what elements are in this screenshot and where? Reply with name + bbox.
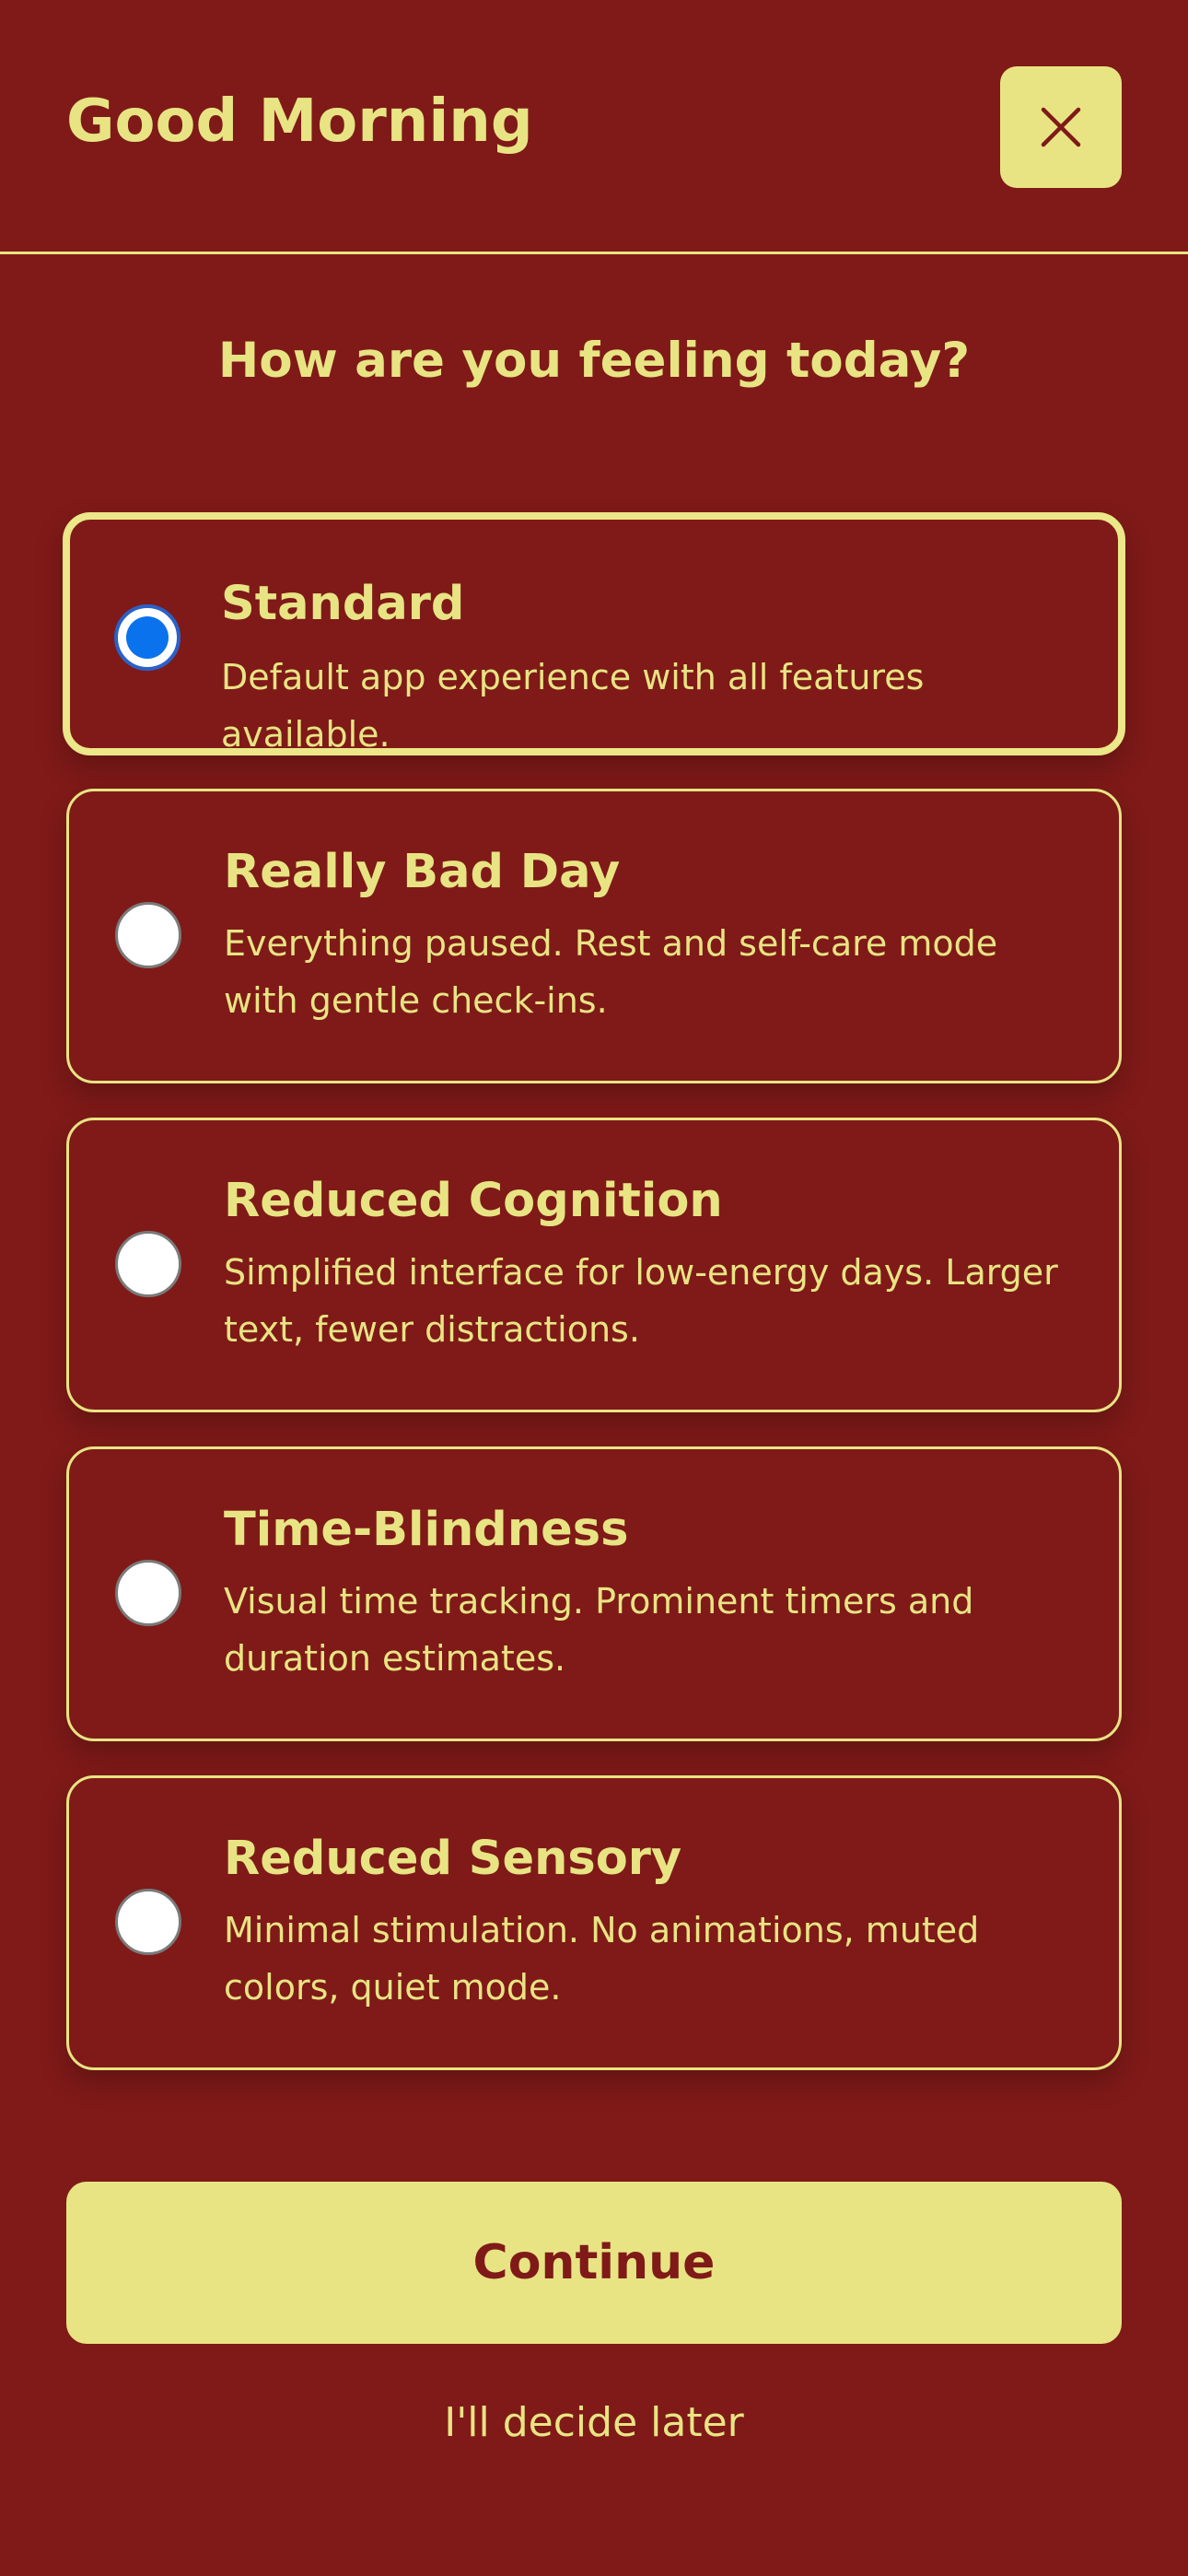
radio-button[interactable] [115, 1889, 181, 1955]
option-standard[interactable]: Standard Default app experience with all… [63, 512, 1125, 755]
option-description: Default app experience with all features… [221, 657, 925, 755]
option-reduced-cognition[interactable]: Reduced Cognition Simplified interface f… [66, 1118, 1122, 1412]
option-title: Really Bad Day [224, 845, 621, 899]
option-description: Minimal stimulation. No animations, mute… [224, 1910, 980, 2008]
radio-button[interactable] [115, 1231, 181, 1297]
option-description: Simplified interface for low-energy days… [224, 1252, 1058, 1350]
option-title: Reduced Sensory [224, 1832, 682, 1886]
option-really-bad-day[interactable]: Really Bad Day Everything paused. Rest a… [66, 789, 1122, 1083]
option-time-blindness[interactable]: Time-Blindness Visual time tracking. Pro… [66, 1446, 1122, 1741]
mood-question: How are you feeling today? [217, 333, 971, 389]
option-description: Visual time tracking. Prominent timers a… [224, 1581, 974, 1679]
radio-button[interactable] [115, 902, 181, 968]
page-title: Good Morning [66, 88, 533, 156]
option-description: Everything paused. Rest and self-care mo… [224, 923, 998, 1021]
close-icon [1040, 106, 1082, 148]
header: Good Morning [0, 0, 1188, 254]
radio-button-selected[interactable] [114, 604, 181, 671]
option-title: Reduced Cognition [224, 1174, 723, 1228]
continue-button[interactable]: Continue [66, 2182, 1122, 2344]
option-reduced-sensory[interactable]: Reduced Sensory Minimal stimulation. No … [66, 1775, 1122, 2070]
radio-button[interactable] [115, 1560, 181, 1626]
close-button[interactable] [1000, 66, 1122, 188]
option-title: Time-Blindness [224, 1503, 629, 1557]
option-title: Standard [221, 577, 465, 631]
decide-later-link[interactable]: I'll decide later [0, 2388, 1188, 2458]
